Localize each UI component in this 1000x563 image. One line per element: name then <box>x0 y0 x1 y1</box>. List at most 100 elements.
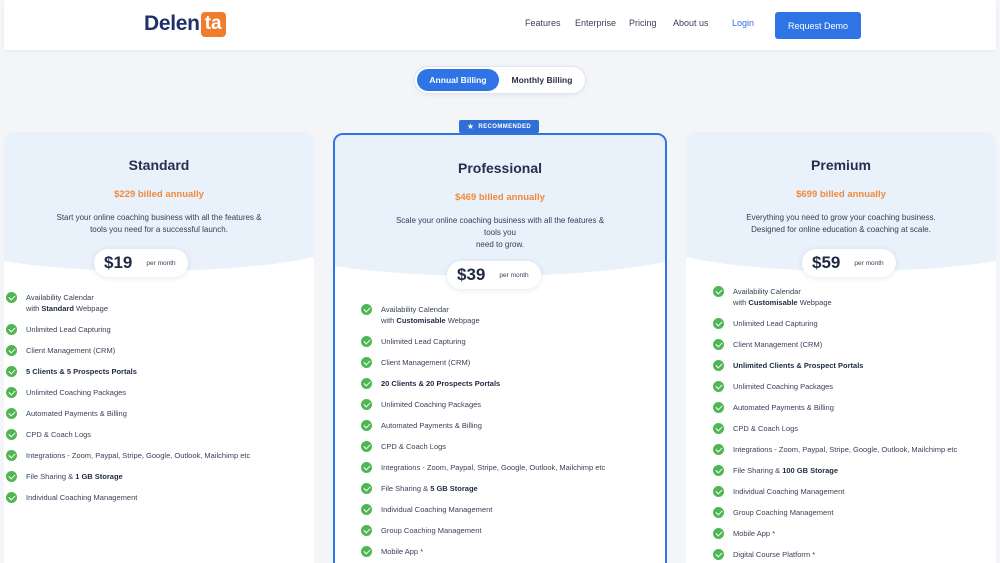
plan-description: Everything you need to grow your coachin… <box>746 213 936 234</box>
feature-item: Integrations - Zoom, Paypal, Stripe, Goo… <box>6 450 306 471</box>
feature-list: Availability Calendar with Customisable W… <box>713 286 996 563</box>
nav-pricing[interactable]: Pricing <box>629 18 657 28</box>
plan-description: Start your online coaching business with… <box>56 213 262 234</box>
recommended-badge: ★ RECOMMENDED <box>459 120 539 133</box>
plan-billed: $699 billed annually <box>796 189 886 200</box>
check-icon <box>713 423 724 434</box>
billing-toggle: Annual Billing Monthly Billing <box>414 66 586 94</box>
feature-item: Availability Calendar with Standard Webpa… <box>6 292 306 324</box>
check-icon <box>361 525 372 536</box>
check-icon <box>361 441 372 452</box>
feature-item: 20 Clients & 20 Prospects Portals <box>361 378 661 399</box>
feature-item: Individual Coaching Management <box>361 504 661 525</box>
annual-billing-option[interactable]: Annual Billing <box>417 69 499 91</box>
check-icon <box>713 465 724 476</box>
check-icon <box>361 462 372 473</box>
feature-item: Unlimited Clients & Prospect Portals <box>713 360 996 381</box>
check-icon <box>361 378 372 389</box>
price-period: per month <box>499 271 529 279</box>
check-icon <box>6 492 17 503</box>
star-icon: ★ <box>466 122 475 131</box>
check-icon <box>361 483 372 494</box>
check-icon <box>6 345 17 356</box>
price-pill: $19 per month <box>94 249 188 277</box>
feature-item: Mobile App * <box>361 546 661 563</box>
feature-item: Automated Payments & Billing <box>361 420 661 441</box>
login-link[interactable]: Login <box>732 18 754 28</box>
feature-item: Unlimited Coaching Packages <box>6 387 306 408</box>
check-icon <box>6 471 17 482</box>
check-icon <box>713 528 724 539</box>
feature-item: Client Management (CRM) <box>713 339 996 360</box>
check-icon <box>713 444 724 455</box>
feature-list: Availability Calendar with Standard Webpa… <box>6 292 306 513</box>
feature-item: File Sharing & 100 GB Storage <box>713 465 996 486</box>
feature-item: Client Management (CRM) <box>361 357 661 378</box>
feature-item: File Sharing & 5 GB Storage <box>361 483 661 504</box>
plan-name: Professional <box>457 160 543 176</box>
top-nav-bar: Delen ta Features Enterprise Pricing Abo… <box>4 0 996 50</box>
nav-features[interactable]: Features <box>525 18 561 28</box>
check-icon <box>361 546 372 557</box>
check-icon <box>361 357 372 368</box>
feature-item: Individual Coaching Management <box>713 486 996 507</box>
feature-item: Unlimited Coaching Packages <box>713 381 996 402</box>
plan-header <box>335 135 665 278</box>
feature-item: Individual Coaching Management <box>6 492 306 513</box>
check-icon <box>6 387 17 398</box>
check-icon <box>713 360 724 371</box>
plan-description: Scale your online coaching business with… <box>395 216 605 249</box>
check-icon <box>713 402 724 413</box>
plan-card-professional: Professional $469 billed annually Scale … <box>333 133 667 563</box>
price-pill: $59 per month <box>802 249 896 277</box>
price-period: per month <box>854 259 884 267</box>
check-icon <box>361 336 372 347</box>
check-icon <box>361 399 372 410</box>
check-icon <box>6 450 17 461</box>
feature-item: Integrations - Zoom, Paypal, Stripe, Goo… <box>713 444 996 465</box>
feature-item: Unlimited Lead Capturing <box>361 336 661 357</box>
plan-price: $19 <box>104 253 133 272</box>
feature-item: CPD & Coach Logs <box>361 441 661 462</box>
feature-item: CPD & Coach Logs <box>6 429 306 450</box>
check-icon <box>713 286 724 297</box>
nav-about-us[interactable]: About us <box>673 18 709 28</box>
feature-item: CPD & Coach Logs <box>713 423 996 444</box>
feature-item: Availability Calendar with Customisable W… <box>361 304 661 336</box>
plan-billed: $229 billed annually <box>114 189 204 200</box>
feature-item: Unlimited Lead Capturing <box>6 324 306 345</box>
check-icon <box>713 507 724 518</box>
feature-item: Availability Calendar with Customisable W… <box>713 286 996 318</box>
price-pill: $39 per month <box>447 261 541 289</box>
plan-card-standard: Standard $229 billed annually Start your… <box>4 132 314 563</box>
monthly-billing-option[interactable]: Monthly Billing <box>501 69 583 91</box>
plan-card-premium: Premium $699 billed annually Everything … <box>686 132 996 563</box>
check-icon <box>361 420 372 431</box>
feature-list: Availability Calendar with Customisable W… <box>361 304 661 563</box>
feature-item: Mobile App * <box>713 528 996 549</box>
check-icon <box>6 324 17 335</box>
feature-item: Automated Payments & Billing <box>713 402 996 423</box>
recommended-label: RECOMMENDED <box>478 123 532 130</box>
nav-enterprise[interactable]: Enterprise <box>575 18 616 28</box>
feature-item: Group Coaching Management <box>361 525 661 546</box>
check-icon <box>6 429 17 440</box>
request-demo-button[interactable]: Request Demo <box>775 12 861 39</box>
check-icon <box>713 339 724 350</box>
plan-price: $39 <box>457 265 486 284</box>
feature-item: Automated Payments & Billing <box>6 408 306 429</box>
check-icon <box>361 504 372 515</box>
feature-item: Integrations - Zoom, Paypal, Stripe, Goo… <box>361 462 661 483</box>
price-period: per month <box>146 259 176 267</box>
feature-item: Client Management (CRM) <box>6 345 306 366</box>
check-icon <box>713 549 724 560</box>
check-icon <box>713 381 724 392</box>
plan-name: Standard <box>128 157 190 173</box>
check-icon <box>6 292 17 303</box>
feature-item: Unlimited Coaching Packages <box>361 399 661 420</box>
plan-price: $59 <box>812 253 841 272</box>
check-icon <box>6 408 17 419</box>
feature-item: File Sharing & 1 GB Storage <box>6 471 306 492</box>
feature-item: Group Coaching Management <box>713 507 996 528</box>
check-icon <box>6 366 17 377</box>
